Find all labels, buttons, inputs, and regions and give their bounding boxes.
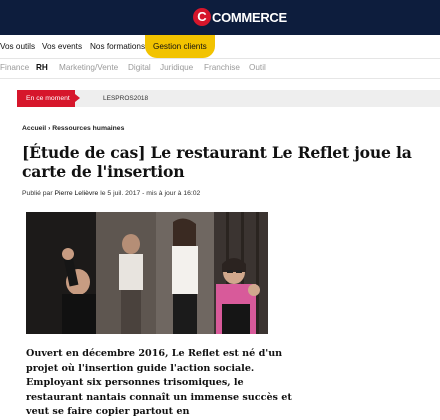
nav-marketing-vente[interactable]: Marketing/Vente [59, 59, 118, 77]
article-photo [26, 212, 268, 334]
logo-text: COMMERCE [212, 9, 287, 25]
article-title: [Étude de cas] Le restaurant Le Reflet j… [22, 143, 412, 181]
nav-digital[interactable]: Digital [128, 59, 151, 77]
author-link[interactable]: Pierre Lelièvre [55, 190, 99, 197]
article-lead: Ouvert en décembre 2016, Le Reflet est n… [26, 348, 292, 417]
primary-nav: Vos outils Vos events Nos formations Ges… [0, 35, 440, 59]
restaurant-team-photo [26, 212, 268, 334]
site-logo[interactable]: C COMMERCE [193, 7, 287, 27]
nav-gestion-clients[interactable]: Gestion clients [145, 35, 215, 58]
breadcrumb[interactable]: Accueil › Ressources humaines [22, 125, 124, 132]
nav-franchise[interactable]: Franchise [204, 59, 240, 77]
logo-mark-icon: C [193, 8, 211, 26]
article-byline: Publié par Pierre Lelièvre le 5 juil. 20… [22, 190, 200, 197]
nav-finance[interactable]: Finance [0, 59, 29, 77]
news-ticker: En ce moment LESPROS2018 [17, 90, 440, 107]
top-header-bar: C COMMERCE [0, 0, 440, 35]
ticker-badge: En ce moment [17, 90, 80, 107]
secondary-nav: Finance RH Marketing/Vente Digital Jurid… [0, 59, 440, 77]
nav-juridique[interactable]: Juridique [160, 59, 193, 77]
nav-outil[interactable]: Outil [249, 59, 266, 77]
nav-vos-outils[interactable]: Vos outils [0, 35, 35, 58]
nav-vos-events[interactable]: Vos events [42, 35, 82, 58]
ticker-tag-link[interactable]: LESPROS2018 [103, 90, 148, 107]
nav-rh[interactable]: RH [36, 59, 48, 77]
byline-prefix: Publié par [22, 190, 55, 197]
nav-nos-formations[interactable]: Nos formations [90, 35, 145, 58]
byline-date: le 5 juil. 2017 - mis à jour à 16:02 [98, 190, 201, 197]
nav-divider [0, 78, 440, 79]
